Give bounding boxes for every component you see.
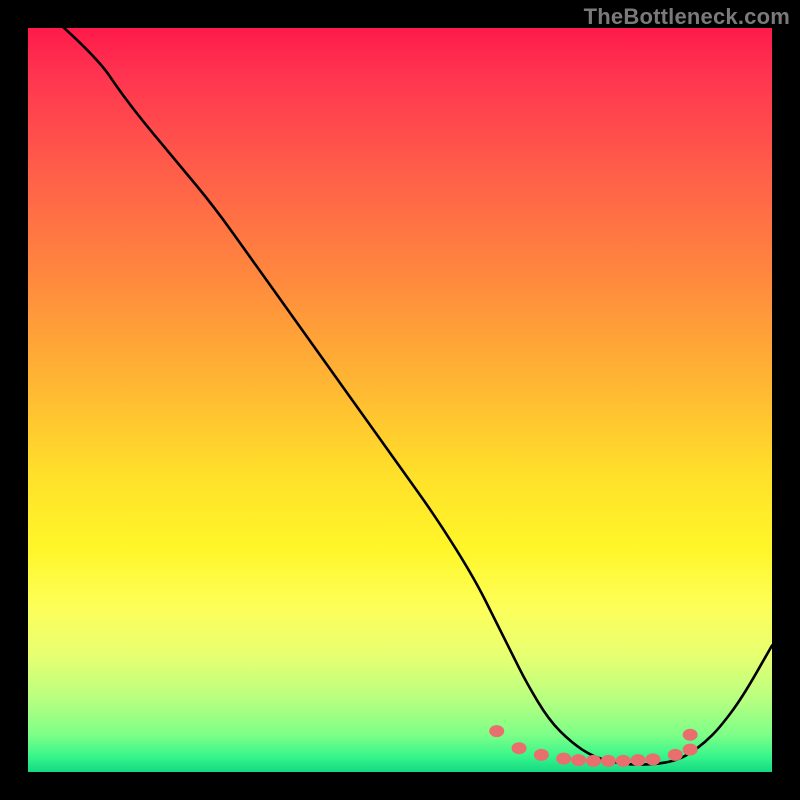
chart-dot [683, 744, 698, 756]
chart-dot [631, 754, 646, 766]
chart-dot [489, 725, 504, 737]
chart-dot [645, 753, 660, 765]
chart-dot [683, 729, 698, 741]
chart-frame: TheBottleneck.com [0, 0, 800, 800]
chart-dot [512, 742, 527, 754]
chart-dot [571, 754, 586, 766]
chart-curve [28, 28, 772, 765]
chart-dot [601, 755, 616, 767]
chart-dot [616, 755, 631, 767]
chart-dot [668, 749, 683, 761]
watermark: TheBottleneck.com [584, 4, 790, 30]
chart-dots [489, 725, 697, 767]
chart-dot [534, 749, 549, 761]
chart-dot [556, 753, 571, 765]
chart-svg [28, 28, 772, 772]
chart-dot [586, 755, 601, 767]
